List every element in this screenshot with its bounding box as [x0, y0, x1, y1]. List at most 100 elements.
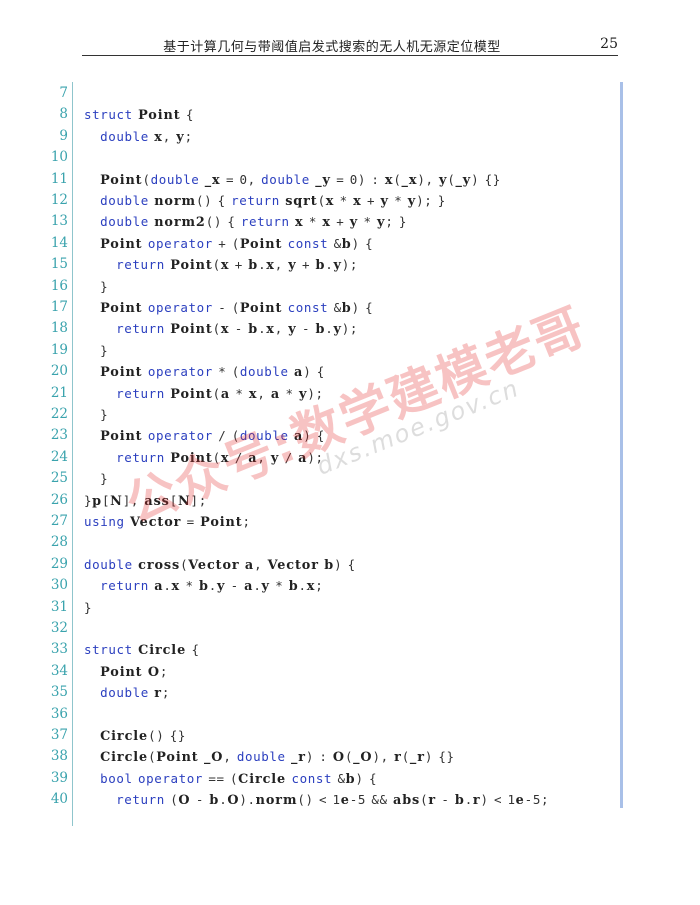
code-text: }: [100, 407, 109, 422]
code-line: 34 Point O;: [0, 661, 700, 682]
code-text: Point operator / (double a) {: [100, 428, 325, 445]
code-text: return Point(a * x, a * y);: [116, 385, 324, 402]
code-line: 16 }: [0, 276, 700, 297]
line-number: 19: [50, 341, 68, 358]
code-text: Point O;: [100, 663, 169, 680]
code-text: using Vector = Point;: [84, 514, 251, 530]
code-line: 22 }: [0, 404, 700, 425]
code-text: }: [100, 342, 109, 358]
code-line: 13 double norm2() { return x * x + y * y…: [0, 211, 700, 232]
line-number: 14: [50, 234, 68, 251]
header-rule: [82, 55, 618, 56]
running-title: 基于计算几何与带阈值启发式搜索的无人机无源定位模型: [163, 40, 501, 55]
code-text: bool operator == (Circle const &b) {: [100, 770, 378, 787]
line-number: 7: [59, 85, 68, 101]
line-number: 26: [50, 491, 68, 508]
code-line: 36: [0, 704, 700, 725]
code-text: struct Circle {: [84, 642, 200, 659]
line-number: 36: [50, 705, 68, 722]
code-text: return Point(x - b.x, y - b.y);: [116, 321, 359, 338]
code-line: 18 return Point(x - b.x, y - b.y);: [0, 318, 700, 339]
code-line: 29 double cross(Vector a, Vector b) {: [0, 554, 700, 575]
line-number: 23: [50, 427, 68, 444]
code-text: }: [100, 278, 109, 294]
code-line: 32: [0, 618, 700, 639]
line-number: 16: [50, 277, 68, 294]
code-text: Circle() {}: [100, 728, 186, 744]
line-number: 12: [50, 192, 68, 208]
page-number: 25: [600, 36, 618, 52]
line-number: 9: [59, 127, 68, 144]
page-header: 基于计算几何与带阈值启发式搜索的无人机无源定位模型 25: [82, 36, 618, 56]
line-number: 33: [50, 641, 68, 658]
code-text: struct Point {: [84, 107, 195, 124]
code-text: return Point(x / a, y / a);: [116, 449, 324, 466]
line-number: 13: [50, 213, 68, 230]
code-line: 7: [0, 83, 700, 104]
code-line: 10: [0, 147, 700, 168]
code-line: 35 double r;: [0, 682, 700, 703]
line-number: 32: [50, 620, 68, 636]
line-number: 10: [50, 149, 68, 166]
code-line: 38 Circle(Point _O, double _r) : O(_O), …: [0, 746, 700, 767]
line-number: 38: [50, 748, 68, 765]
code-line: 17 Point operator - (Point const &b) {: [0, 297, 700, 318]
code-line: 26 }p[N], ass[N];: [0, 490, 700, 511]
code-line: 9 double x, y;: [0, 126, 700, 147]
line-number: 29: [50, 555, 68, 572]
line-number: 30: [50, 577, 68, 594]
line-number: 15: [50, 256, 68, 273]
code-line: 20 Point operator * (double a) {: [0, 361, 700, 382]
line-number: 18: [50, 320, 68, 337]
code-line: 40 return (O - b.O).norm() < 1e-5 && abs…: [0, 789, 700, 810]
code-text: Point operator + (Point const &b) {: [100, 235, 374, 252]
code-line: 15 return Point(x + b.x, y + b.y);: [0, 254, 700, 275]
code-line: 39 bool operator == (Circle const &b) {: [0, 768, 700, 789]
code-line: 21 return Point(a * x, a * y);: [0, 383, 700, 404]
code-text: double r;: [100, 685, 170, 702]
code-line: 11 Point(double _x = 0, double _y = 0) :…: [0, 169, 700, 190]
code-text: double cross(Vector a, Vector b) {: [84, 556, 356, 573]
line-number: 20: [50, 363, 68, 380]
code-line: 31}: [0, 597, 700, 618]
line-number: 24: [50, 448, 68, 465]
code-line: 28: [0, 532, 700, 553]
code-text: }: [100, 471, 109, 487]
line-number: 40: [50, 791, 68, 808]
line-number: 28: [50, 534, 68, 551]
code-line: 27 using Vector = Point;: [0, 511, 700, 532]
code-text: }p[N], ass[N];: [84, 492, 207, 509]
line-number: 25: [50, 470, 68, 487]
line-number: 17: [50, 299, 68, 315]
line-number: 34: [50, 662, 68, 679]
line-number: 21: [50, 384, 68, 401]
line-number: 22: [50, 406, 68, 422]
code-text: Point operator - (Point const &b) {: [100, 300, 374, 316]
code-line: 33 struct Circle {: [0, 639, 700, 660]
code-text: return a.x * b.y - a.y * b.x;: [100, 578, 324, 595]
code-text: double norm() { return sqrt(x * x + y * …: [100, 193, 446, 209]
line-number: 31: [50, 598, 68, 615]
code-line: 19 }: [0, 340, 700, 361]
line-number: 8: [59, 106, 68, 123]
code-line: 25 }: [0, 468, 700, 489]
code-text: double norm2() { return x * x + y * y; }: [100, 214, 407, 231]
line-number: 39: [50, 769, 68, 786]
line-number: 37: [50, 727, 68, 743]
code-line: 8 struct Point {: [0, 104, 700, 125]
code-text: Circle(Point _O, double _r) : O(_O), r(_…: [100, 749, 455, 766]
code-line: 24 return Point(x / a, y / a);: [0, 447, 700, 468]
line-number: 35: [50, 684, 68, 701]
line-number: 11: [50, 170, 68, 187]
code-text: Point(double _x = 0, double _y = 0) : x(…: [100, 171, 501, 188]
code-text: return (O - b.O).norm() < 1e-5 && abs(r …: [116, 792, 550, 809]
code-line: 37 Circle() {}: [0, 725, 700, 746]
code-line: 23 Point operator / (double a) {: [0, 425, 700, 446]
code-text: return Point(x + b.x, y + b.y);: [116, 257, 359, 274]
code-text: }: [84, 599, 93, 615]
code-line: 12 double norm() { return sqrt(x * x + y…: [0, 190, 700, 211]
code-text: double x, y;: [100, 128, 193, 145]
code-line: 30 return a.x * b.y - a.y * b.x;: [0, 575, 700, 596]
line-number: 27: [50, 513, 68, 529]
code-text: Point operator * (double a) {: [100, 364, 325, 381]
